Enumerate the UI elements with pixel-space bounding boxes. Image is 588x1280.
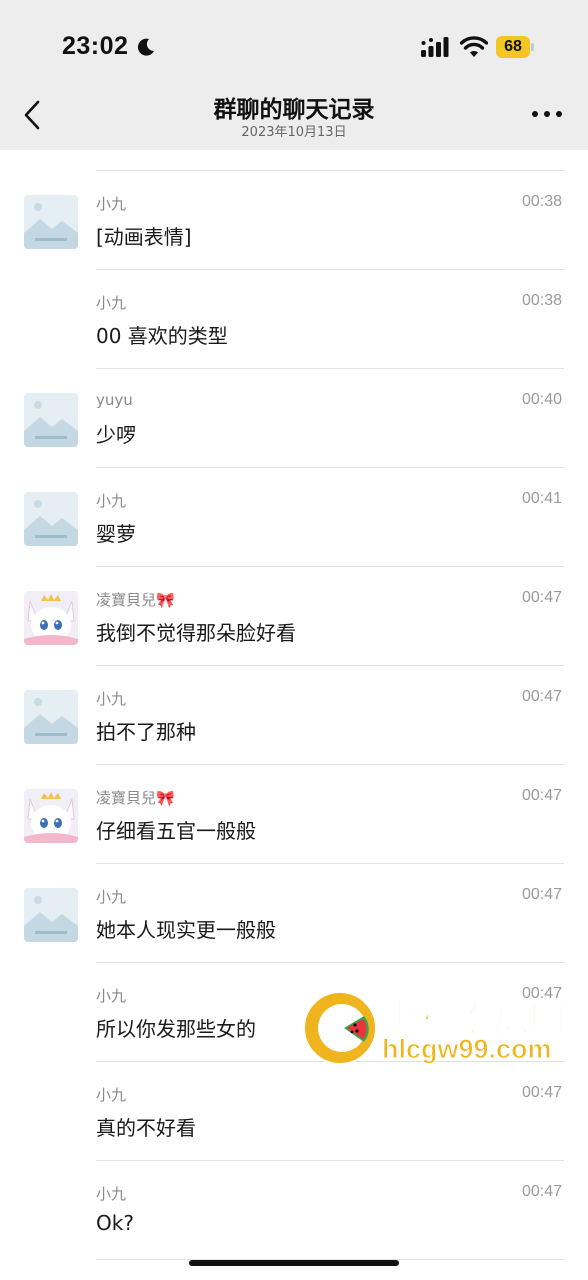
message-row[interactable]: 小九 00:47 Ok? <box>0 1161 588 1260</box>
message-text[interactable]: 00 喜欢的类型 <box>96 320 228 349</box>
message-text[interactable]: [动画表情] <box>96 221 192 250</box>
sender-name: 凌寶貝兒🎀 <box>96 789 175 807</box>
watermark: 黑料吃瓜网 hlcgw99.com <box>300 988 588 1068</box>
message-row[interactable]: 小九 00:38 00 喜欢的类型 <box>0 270 588 369</box>
avatar-anime-icon[interactable] <box>24 591 78 645</box>
battery-indicator: 68 <box>496 36 534 58</box>
sender-name: 小九 <box>96 1185 127 1203</box>
header: 23:02 68 群聊的聊天记录 2023年10月13日 <box>0 0 588 150</box>
sender-name: 小九 <box>96 195 127 213</box>
avatar-placeholder-icon[interactable] <box>24 393 78 447</box>
message-text[interactable]: 她本人现实更一般般 <box>96 914 276 943</box>
message-time: 00:47 <box>521 787 562 804</box>
message-text[interactable]: 仔细看五官一般般 <box>96 815 256 844</box>
sender-name: 小九 <box>96 888 127 906</box>
message-row[interactable]: yuyu 00:40 少啰 <box>0 369 588 468</box>
sender-name: 小九 <box>96 1086 127 1104</box>
sender-name: 凌寶貝兒🎀 <box>96 591 175 609</box>
message-text[interactable]: 真的不好看 <box>96 1112 196 1141</box>
watermelon-logo-icon <box>303 991 377 1065</box>
message-row[interactable]: 小九 00:47 她本人现实更一般般 <box>0 864 588 963</box>
message-row[interactable]: 小九 00:47 拍不了那种 <box>0 666 588 765</box>
message-time: 00:47 <box>521 886 562 903</box>
sender-name: yuyu <box>96 391 133 409</box>
message-text[interactable]: 少啰 <box>96 419 136 448</box>
message-time: 00:47 <box>521 1084 562 1101</box>
wifi-icon <box>460 36 488 57</box>
avatar-placeholder-icon[interactable] <box>24 690 78 744</box>
sender-name: 小九 <box>96 690 127 708</box>
message-time: 00:38 <box>521 292 562 309</box>
sender-name: 小九 <box>96 492 127 510</box>
page-title: 群聊的聊天记录 <box>213 97 375 123</box>
more-options-button[interactable] <box>530 104 564 124</box>
avatar-placeholder-icon[interactable] <box>24 195 78 249</box>
sender-name: 小九 <box>96 294 127 312</box>
message-text[interactable]: 拍不了那种 <box>96 716 196 745</box>
message-row[interactable]: 凌寶貝兒🎀 00:47 我倒不觉得那朵脸好看 <box>0 567 588 666</box>
message-time: 00:47 <box>521 1183 562 1200</box>
message-time: 00:47 <box>521 688 562 705</box>
message-row[interactable]: 小九 00:41 婴萝 <box>0 468 588 567</box>
signal-icon <box>421 37 449 57</box>
message-time: 00:38 <box>521 193 562 210</box>
message-time: 00:40 <box>521 391 562 408</box>
status-time: 23:02 <box>62 32 129 60</box>
message-text[interactable]: Ok? <box>96 1211 134 1235</box>
home-indicator[interactable] <box>189 1260 399 1266</box>
avatar-placeholder-icon[interactable] <box>24 492 78 546</box>
battery-level: 68 <box>504 38 522 55</box>
page-subtitle: 2023年10月13日 <box>241 125 347 140</box>
message-text[interactable]: 婴萝 <box>96 518 136 547</box>
sender-name: 小九 <box>96 987 127 1005</box>
message-row[interactable]: 小九 00:47 真的不好看 <box>0 1062 588 1161</box>
message-time: 00:41 <box>521 490 562 507</box>
message-row[interactable]: 凌寶貝兒🎀 00:47 仔细看五官一般般 <box>0 765 588 864</box>
moon-icon <box>137 38 154 56</box>
watermark-url: hlcgw99.com <box>382 1034 553 1065</box>
message-list[interactable]: 小九 00:38 [动画表情] 小九 00:38 00 喜欢的类型 yuyu 00:40 少啰小… <box>0 150 588 1280</box>
message-text[interactable]: 我倒不觉得那朵脸好看 <box>96 617 296 646</box>
avatar-anime-icon[interactable] <box>24 789 78 843</box>
message-row[interactable]: 小九 00:38 [动画表情] <box>0 171 588 270</box>
avatar-placeholder-icon[interactable] <box>24 888 78 942</box>
message-text[interactable]: 所以你发那些女的 <box>96 1013 256 1042</box>
battery-tip <box>531 43 534 51</box>
message-time: 00:47 <box>521 589 562 606</box>
